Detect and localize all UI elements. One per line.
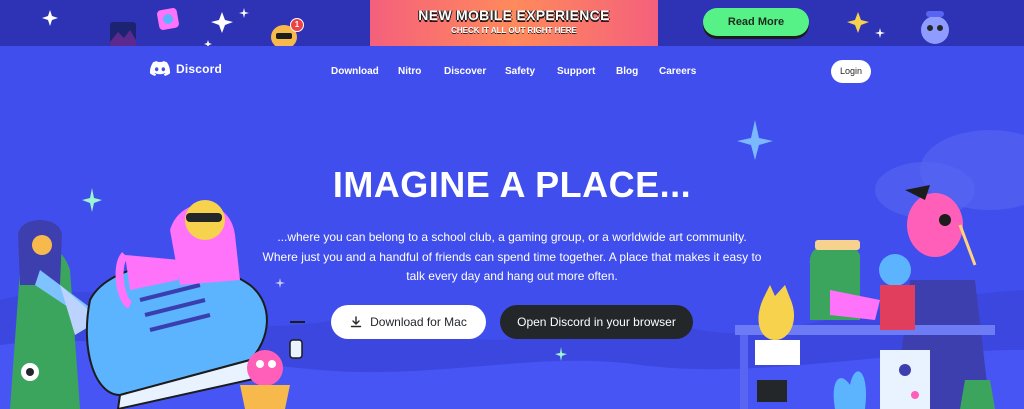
nav-link-nitro[interactable]: Nitro — [398, 66, 421, 77]
discord-logo-icon — [150, 61, 170, 76]
banner-subtitle: CHECK IT ALL OUT RIGHT HERE — [451, 26, 577, 35]
download-icon — [350, 316, 362, 328]
nav-link-discover[interactable]: Discover — [444, 66, 486, 77]
read-more-button[interactable]: Read More — [703, 8, 809, 36]
hero-description: ...where you can belong to a school club… — [262, 230, 762, 283]
sparkle-icon — [82, 188, 102, 212]
nav-link-blog[interactable]: Blog — [616, 66, 638, 77]
notification-badge: 1 — [290, 18, 304, 32]
brand-name: Discord — [176, 61, 223, 76]
promo-banner[interactable]: 1 NEW MOBILE EXPERIENCE CHECK IT ALL OUT… — [0, 0, 1024, 46]
hero-title: IMAGINE A PLACE... — [332, 164, 692, 205]
login-button[interactable]: Login — [831, 60, 871, 83]
open-in-browser-button[interactable]: Open Discord in your browser — [500, 305, 693, 339]
discord-logo[interactable]: Discord — [150, 61, 222, 76]
download-button[interactable]: Download for Mac — [331, 305, 486, 339]
nav-link-download[interactable]: Download — [331, 66, 379, 77]
banner-title: NEW MOBILE EXPERIENCE — [418, 7, 610, 23]
nav-link-careers[interactable]: Careers — [659, 66, 696, 77]
nav-link-safety[interactable]: Safety — [505, 66, 535, 77]
sparkle-icon — [737, 120, 773, 160]
download-button-label: Download for Mac — [370, 315, 467, 329]
nav-link-support[interactable]: Support — [557, 66, 595, 77]
